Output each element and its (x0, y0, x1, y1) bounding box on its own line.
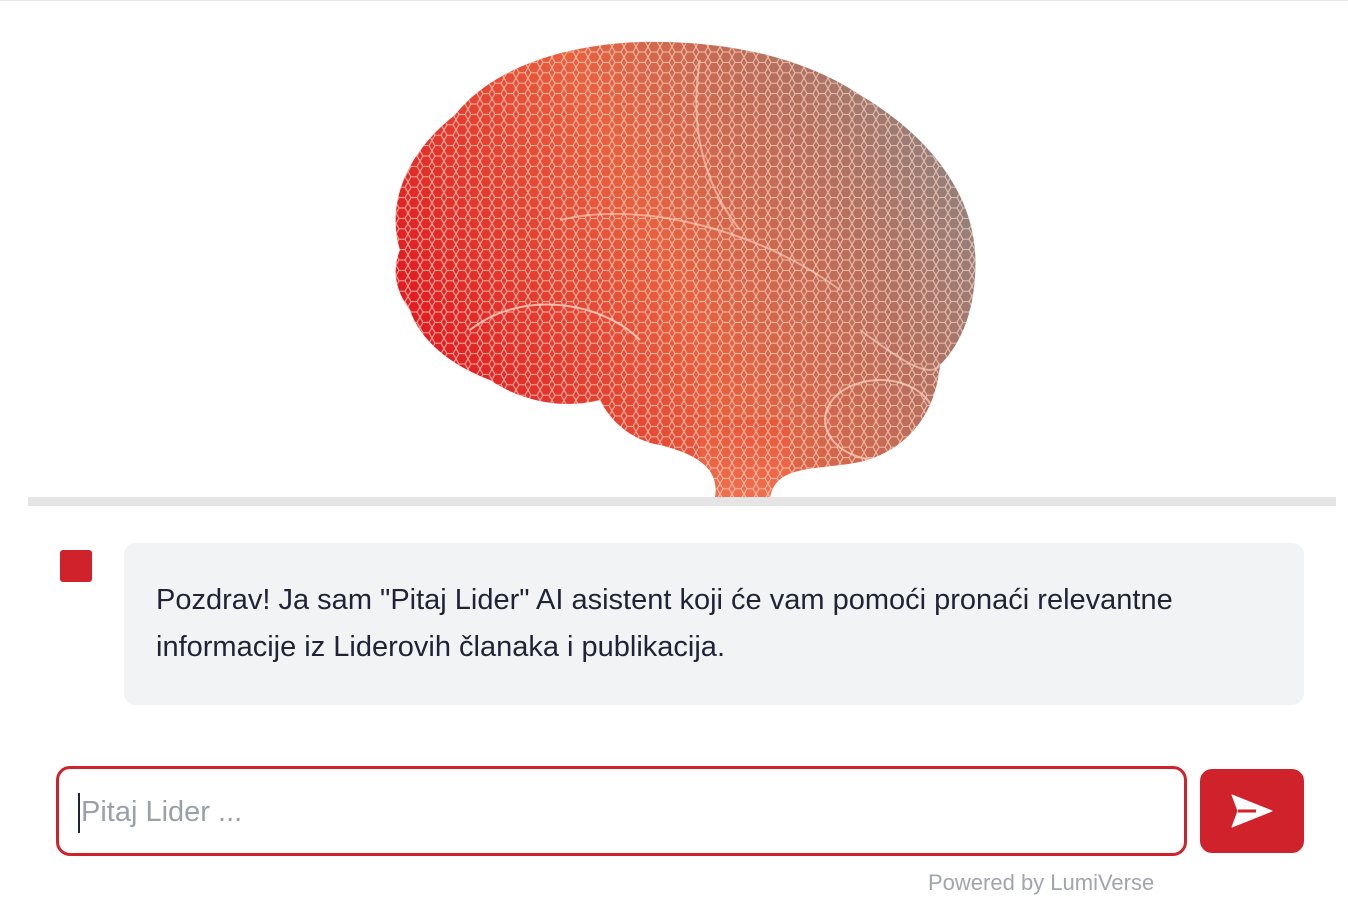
powered-by-text: Powered by LumiVerse (928, 870, 1155, 895)
send-button[interactable] (1200, 769, 1304, 853)
hero-brain-illustration (0, 0, 1348, 498)
text-caret (78, 793, 80, 833)
chat-input-container[interactable] (56, 766, 1187, 856)
assistant-avatar (60, 550, 92, 582)
assistant-message-text: Pozdrav! Ja sam "Pitaj Lider" AI asisten… (156, 584, 1173, 663)
assistant-message-bubble: Pozdrav! Ja sam "Pitaj Lider" AI asisten… (124, 543, 1304, 705)
brain-icon (395, 41, 976, 498)
hero-divider (28, 497, 1336, 506)
chat-input[interactable] (79, 787, 1163, 837)
send-icon (1231, 794, 1273, 828)
